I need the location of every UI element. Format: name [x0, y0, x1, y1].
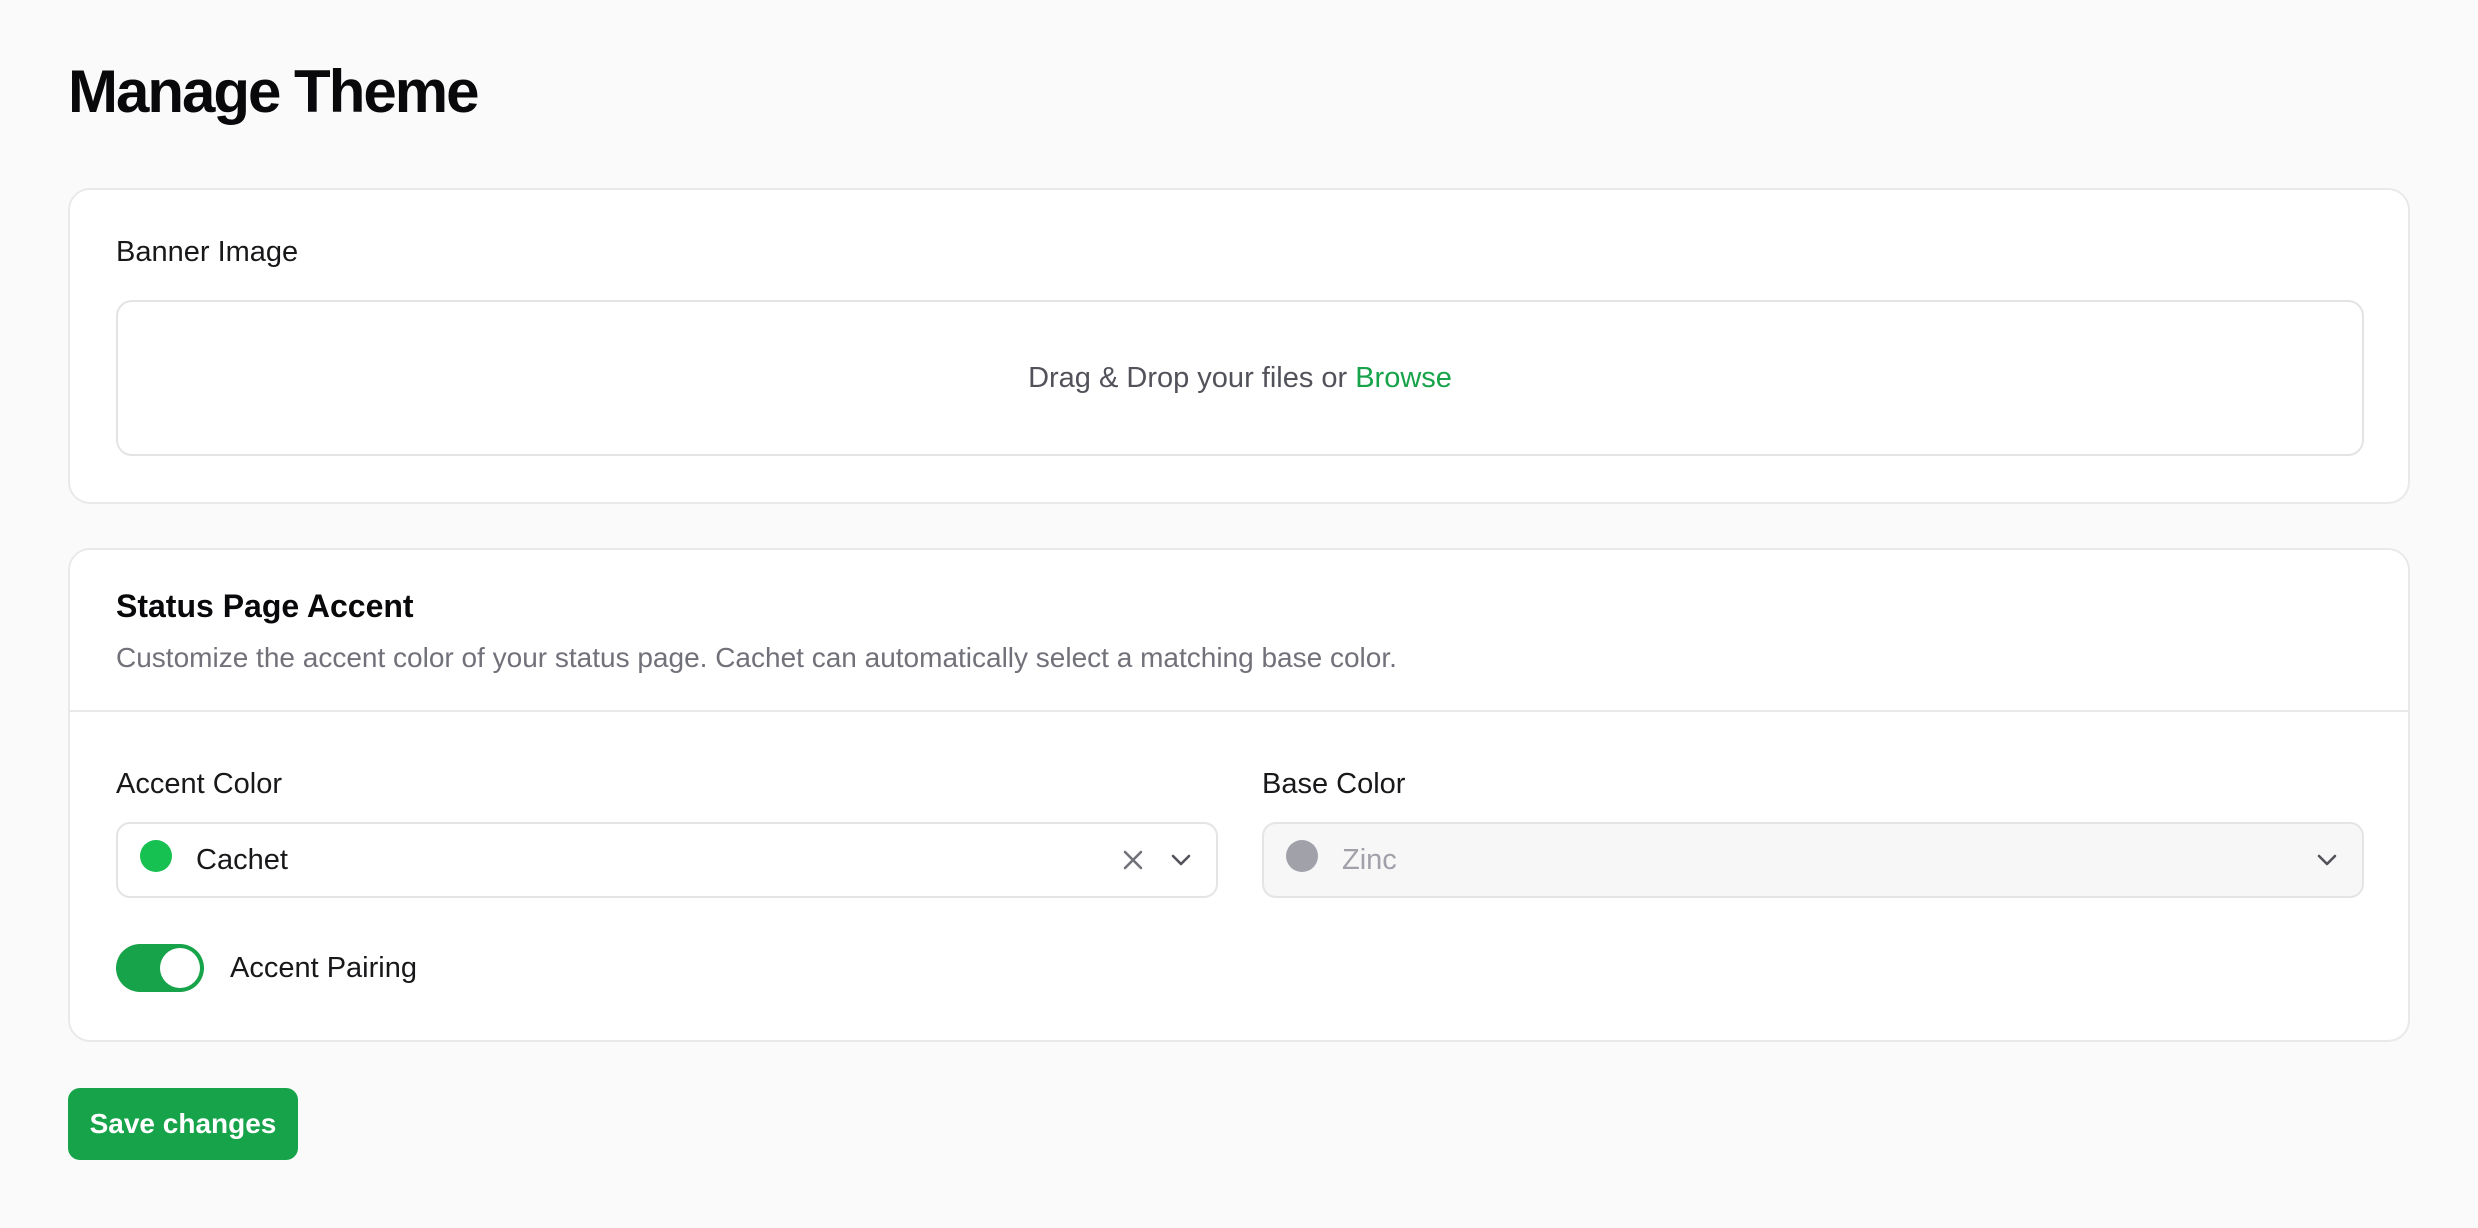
- page-title: Manage Theme: [68, 58, 479, 125]
- toggle-knob: [160, 948, 200, 988]
- close-icon[interactable]: [1120, 847, 1146, 873]
- accent-color-value: Cachet: [196, 843, 288, 876]
- accent-pairing-label: Accent Pairing: [230, 951, 417, 984]
- chevron-down-icon[interactable]: [1168, 847, 1194, 873]
- accent-color-select[interactable]: Cachet: [116, 822, 1218, 898]
- file-dropzone[interactable]: Drag & Drop your files or Browse: [116, 300, 2364, 456]
- accent-pairing-row: Accent Pairing: [116, 944, 417, 992]
- chevron-down-icon: [2314, 847, 2340, 873]
- save-changes-button[interactable]: Save changes: [68, 1088, 298, 1160]
- banner-image-card: Banner Image Drag & Drop your files or B…: [68, 188, 2410, 504]
- base-color-swatch: [1286, 840, 1318, 872]
- section-title: Status Page Accent: [116, 588, 414, 624]
- dropzone-text: Drag & Drop your files or: [1028, 361, 1348, 394]
- browse-link[interactable]: Browse: [1355, 362, 1452, 395]
- base-color-value: Zinc: [1342, 843, 1397, 876]
- status-page-accent-card: Status Page Accent Customize the accent …: [68, 548, 2410, 1042]
- accent-pairing-toggle[interactable]: [116, 944, 204, 992]
- accent-color-swatch: [140, 840, 172, 872]
- accent-color-label: Accent Color: [116, 768, 283, 800]
- section-description: Customize the accent color of your statu…: [116, 642, 1397, 673]
- base-color-label: Base Color: [1262, 768, 1406, 800]
- base-color-select: Zinc: [1262, 822, 2364, 898]
- banner-image-label: Banner Image: [116, 236, 299, 268]
- section-divider: [70, 710, 2408, 712]
